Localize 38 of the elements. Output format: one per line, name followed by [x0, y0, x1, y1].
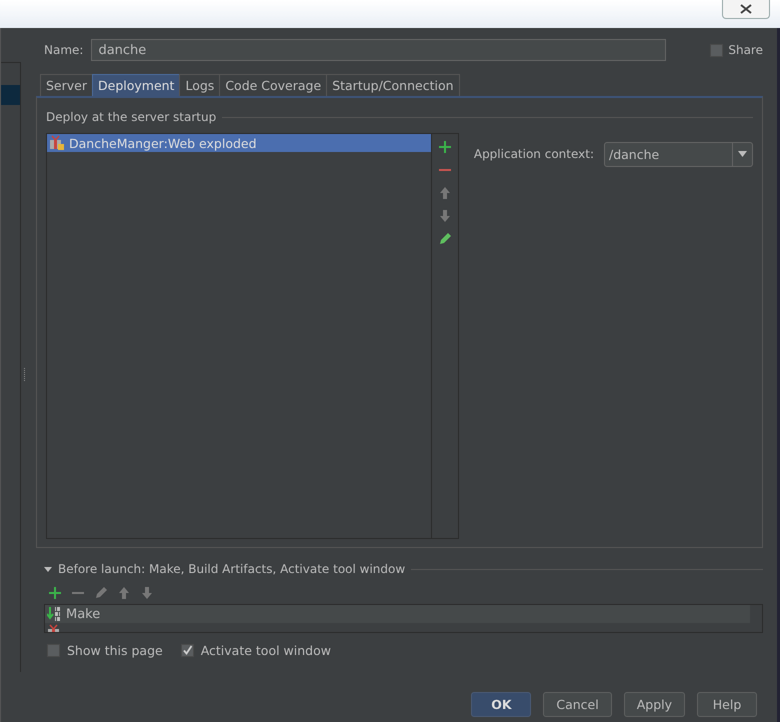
before-launch-title[interactable]: Before launch: Make, Build Artifacts, Activate tool window — [58, 562, 406, 576]
dropdown-arrow-icon — [738, 151, 747, 157]
artifact-item[interactable]: DancheManger:Web exploded — [47, 134, 431, 152]
add-icon[interactable] — [438, 140, 452, 154]
edit-icon[interactable] — [94, 586, 108, 600]
section-title: Deploy at the server startup — [46, 110, 216, 124]
application-context-label: Application context: — [474, 147, 594, 161]
tab[interactable]: Startup/Connection — [326, 74, 460, 96]
expand-triangle-icon[interactable] — [44, 565, 52, 573]
move-up-icon[interactable] — [438, 186, 452, 200]
splitter-grip-icon[interactable] — [23, 368, 26, 382]
artifact-icon — [49, 135, 65, 151]
close-icon — [740, 4, 752, 14]
share-checkbox[interactable] — [710, 44, 724, 56]
tab[interactable]: Server — [40, 74, 93, 96]
option-checkbox[interactable] — [180, 644, 194, 657]
application-context-combo[interactable]: /danche — [604, 142, 753, 166]
move-down-icon[interactable] — [438, 209, 452, 223]
option-label: Activate tool window — [200, 643, 331, 658]
dialog-button[interactable]: Help — [697, 692, 757, 717]
add-icon[interactable] — [48, 586, 62, 600]
option-label: Show this page — [67, 643, 163, 658]
make-icon — [47, 606, 63, 622]
move-up-icon[interactable] — [117, 586, 131, 600]
tab[interactable]: Logs — [179, 74, 220, 96]
dialog-button[interactable]: OK — [471, 692, 532, 717]
task-item[interactable]: Make — [45, 605, 750, 623]
edit-icon[interactable] — [438, 232, 452, 246]
move-down-icon[interactable] — [140, 586, 154, 600]
name-field[interactable]: danche — [91, 39, 666, 61]
tab[interactable]: Code Coverage — [219, 74, 328, 96]
close-button[interactable] — [722, 0, 770, 19]
tab[interactable]: Deployment — [92, 74, 180, 96]
name-label: Name: — [44, 43, 84, 57]
option-checkbox[interactable] — [47, 644, 60, 657]
dialog-button[interactable]: Apply — [624, 692, 685, 717]
share-label: Share — [728, 43, 763, 57]
dialog-button[interactable]: Cancel — [543, 692, 612, 717]
